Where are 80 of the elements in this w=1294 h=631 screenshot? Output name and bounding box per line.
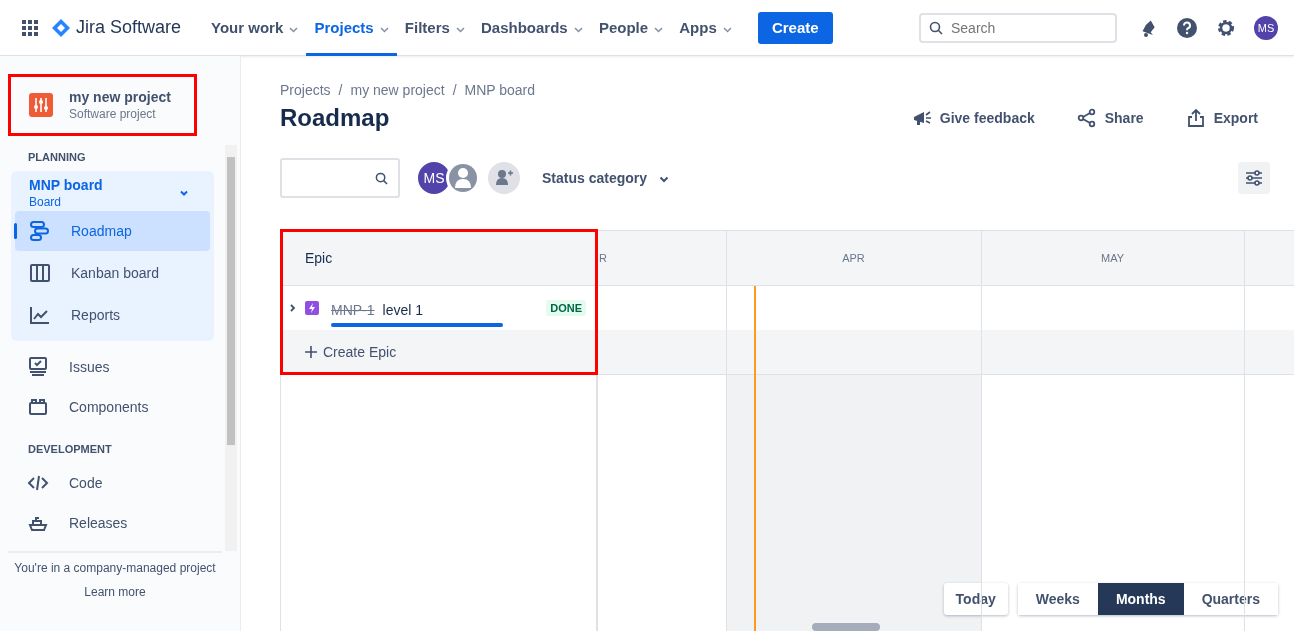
reports-icon <box>29 304 51 326</box>
breadcrumb-link[interactable]: my new project <box>350 82 445 98</box>
timescale-option[interactable]: Months <box>1097 583 1184 615</box>
help-icon[interactable] <box>1176 16 1198 39</box>
nav-menu[interactable]: People <box>590 0 672 56</box>
chevron-icon[interactable] <box>289 303 297 313</box>
diamond-logo-icon <box>52 18 70 37</box>
board-name[interactable]: MNP board <box>29 177 178 193</box>
nav-menu[interactable]: Filters <box>396 0 473 56</box>
app-name[interactable]: Jira Software <box>76 17 182 38</box>
timescale-option[interactable]: Weeks <box>1017 583 1098 615</box>
project-name: my new project <box>69 89 171 105</box>
settings-sliders-icon[interactable] <box>1238 162 1270 194</box>
chevron-icon <box>658 176 669 183</box>
app-switcher-icon[interactable] <box>22 19 38 36</box>
create-epic-button[interactable]: Create Epic <box>281 330 596 375</box>
month-label: R <box>598 252 607 264</box>
nav-menu[interactable]: Apps <box>671 0 740 56</box>
breadcrumb-link[interactable]: MNP board <box>464 82 536 98</box>
search-field[interactable] <box>280 158 400 198</box>
scrollbar[interactable] <box>225 145 237 551</box>
nav-menu[interactable]: Dashboards <box>473 0 591 56</box>
chevron-icon <box>379 27 389 33</box>
timescale-option[interactable]: Quarters <box>1183 583 1278 615</box>
sidebar-item[interactable]: Kanban board <box>15 253 210 293</box>
sidebar-item[interactable]: Issues <box>11 347 214 387</box>
share-icon <box>1076 108 1097 128</box>
search-icon <box>375 172 388 185</box>
monitor-icon <box>27 356 49 378</box>
status-category-dropdown[interactable]: Status category <box>536 169 675 187</box>
chevron-icon <box>654 27 664 33</box>
search-field[interactable]: Search <box>919 12 1117 43</box>
nav-menu[interactable]: Projects <box>306 0 397 56</box>
person-avatar-icon[interactable] <box>446 161 480 195</box>
epic-row[interactable]: MNP-1 level 1 DONE <box>281 286 596 330</box>
status-lozenge: DONE <box>546 300 586 316</box>
action-button[interactable]: Export <box>1179 104 1264 132</box>
chevron-icon <box>456 27 465 33</box>
nav-menu[interactable]: Your work <box>203 0 307 56</box>
footer-text: You're in a company-managed project <box>14 561 216 575</box>
sidebar-item[interactable]: Components <box>11 387 214 427</box>
sidebar-item[interactable]: Code <box>11 463 214 503</box>
kanban-icon <box>29 262 51 284</box>
export-icon <box>1185 108 1206 128</box>
learn-more-link[interactable]: Learn more <box>84 585 146 599</box>
megaphone-icon <box>911 108 932 128</box>
today-button[interactable]: Today <box>943 583 1008 615</box>
breadcrumb-separator: / <box>452 82 457 98</box>
project-header[interactable]: my new project Software project <box>8 74 197 136</box>
sidebar-item[interactable]: Releases <box>11 503 214 543</box>
folder-icon <box>27 396 49 418</box>
column-header: Epic <box>305 250 333 266</box>
breadcrumb-link[interactable]: Projects <box>280 82 331 98</box>
project-avatar-icon <box>29 93 53 117</box>
month-label: MAY <box>1101 252 1124 264</box>
lightning-icon <box>305 301 319 315</box>
sidebar-item[interactable]: Reports <box>15 295 210 335</box>
action-button[interactable]: Share <box>1070 104 1150 132</box>
page-title: Roadmap <box>280 104 391 132</box>
project-type: Software project <box>69 107 157 121</box>
scrollbar[interactable] <box>812 623 880 631</box>
settings-icon[interactable] <box>1216 17 1236 38</box>
plus-icon <box>305 346 317 358</box>
user-avatar[interactable]: MS <box>1254 15 1278 40</box>
roadmap-icon <box>29 220 51 242</box>
action-button[interactable]: Give feedback <box>905 104 1041 132</box>
board-subtitle: Board <box>29 195 63 209</box>
breadcrumb-separator: / <box>338 82 343 98</box>
create-button[interactable]: Create <box>757 11 833 44</box>
chevron-icon <box>289 27 299 33</box>
sidebar-item[interactable]: Roadmap <box>15 211 210 251</box>
chevron-icon <box>573 27 583 33</box>
add-person-icon[interactable] <box>488 162 520 194</box>
section-heading: DEVELOPMENT <box>28 443 113 455</box>
month-label: APR <box>842 252 865 264</box>
selection-indicator <box>14 223 17 239</box>
chevron-icon <box>722 27 732 33</box>
section-heading: PLANNING <box>28 151 87 163</box>
issue-key[interactable]: MNP-1 <box>331 301 375 318</box>
epic-title: level 1 <box>382 301 424 318</box>
